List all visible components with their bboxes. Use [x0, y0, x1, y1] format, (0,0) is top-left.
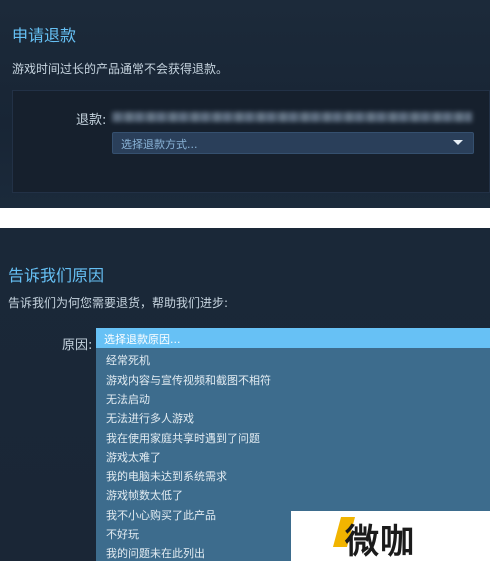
reason-option[interactable]: 我的电脑未达到系统需求: [106, 468, 227, 484]
reason-option[interactable]: 无法启动: [106, 391, 150, 407]
reason-prompt: 告诉我们为何您需要退货，帮助我们进步:: [8, 296, 229, 310]
refund-method-select[interactable]: 选择退款方式...: [112, 132, 474, 154]
panel-separator: [0, 208, 490, 228]
reason-option[interactable]: 我的问题未在此列出: [106, 545, 205, 561]
reason-select[interactable]: 选择退款原因...: [96, 328, 490, 348]
reason-option[interactable]: 游戏帧数太低了: [106, 487, 183, 503]
reason-option[interactable]: 游戏内容与宣传视频和截图不相符: [106, 372, 271, 388]
refund-amount-label: 退款:: [76, 113, 107, 128]
refund-notice: 游戏时间过长的产品通常不会获得退款。: [12, 62, 229, 76]
reason-title: 告诉我们原因: [8, 266, 105, 285]
reason-option[interactable]: 无法进行多人游戏: [106, 410, 194, 426]
reason-option[interactable]: 不好玩: [106, 526, 139, 542]
reason-option[interactable]: 我在使用家庭共享时遇到了问题: [106, 430, 260, 446]
watermark-logo: 微咖: [291, 511, 490, 562]
refund-method-placeholder: 选择退款方式...: [121, 138, 198, 151]
refund-title: 申请退款: [12, 26, 77, 45]
reason-label: 原因:: [62, 338, 93, 353]
chevron-down-icon: [453, 140, 463, 145]
reason-select-value: 选择退款原因...: [104, 333, 181, 346]
refund-request-panel: 申请退款 游戏时间过长的产品通常不会获得退款。 退款: 选择退款方式...: [0, 0, 490, 208]
refund-amount-blurred: [112, 112, 472, 122]
reason-option[interactable]: 游戏太难了: [106, 449, 161, 465]
reason-option[interactable]: 我不小心购买了此产品: [106, 507, 216, 523]
reason-option[interactable]: 经常死机: [106, 352, 150, 368]
watermark-text: 微咖: [345, 522, 415, 562]
